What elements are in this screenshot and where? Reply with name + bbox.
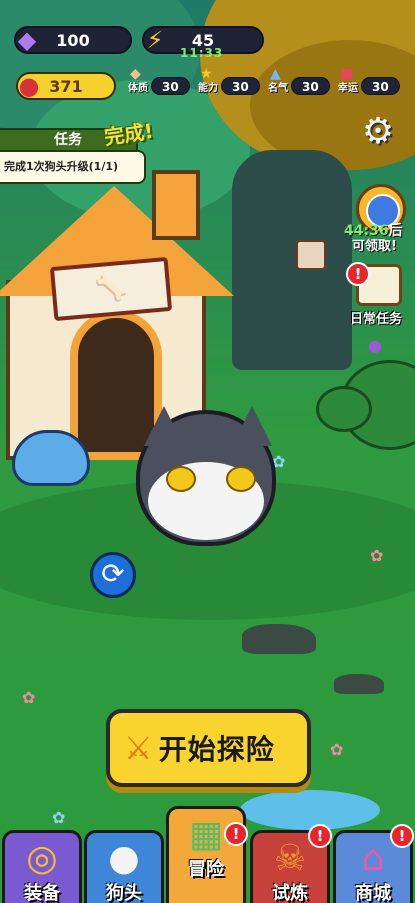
crossed-swords-icon: ⚔ [124,729,153,767]
meat-value: 371 [49,76,83,96]
refresh-icon[interactable]: ⟳ [90,552,136,598]
stat-value: 30 [291,77,330,95]
gem-icon: ◆ [17,26,37,54]
meat-icon: ● [18,72,40,100]
fame-icon: ▲ [270,66,281,82]
stat-value: 30 [361,77,400,95]
stat-fame[interactable]: ▲ 名气 30 [268,66,330,96]
tab-label: 试炼 [272,883,308,903]
bone-sign-icon: 🦴 [49,256,173,322]
bottom-nav: ◎ 装备 ● 狗头 ▦ 冒险 ! ☠ 试炼 ! ⌂ 商城 ! [0,806,415,903]
dog-house-chimney [152,170,200,240]
tree-trunk [232,150,352,370]
collar-icon: ◎ [26,838,58,879]
gems-value: 100 [56,30,90,50]
quest-description: 完成1次狗头升级(1/1) [0,150,146,184]
tab-label: 商城 [355,883,391,903]
husky-dog-character[interactable] [136,406,276,546]
daily-task-alert-icon: ! [346,262,370,286]
dog-ear-left [144,406,184,446]
mushroom-icon: ● [368,336,382,355]
tab-label: 狗头 [106,883,142,903]
stat-constitution[interactable]: ◆ 体质 30 [128,66,190,96]
tab-label: 冒险 [188,859,224,880]
stat-value: 30 [221,77,260,95]
tab-equipment[interactable]: ◎ 装备 [2,830,82,903]
tab-label: 装备 [24,883,60,903]
dice-icon: ■ [340,66,354,82]
stat-luck[interactable]: ■ 幸运 30 [338,66,400,96]
bush-right-small [316,386,372,432]
rock [334,674,384,694]
shop-alert-icon: ! [390,824,414,848]
dog-eye-left [166,466,196,492]
food-bowl-icon[interactable] [12,430,90,486]
muscle-icon: ◆ [130,66,141,82]
start-adventure-label: 开始探险 [158,733,275,766]
map-icon: ▦ [188,814,223,855]
husky-icon: ● [108,838,140,879]
tab-dog-head[interactable]: ● 狗头 [84,830,164,903]
star-icon: ★ [200,66,213,82]
meat-counter[interactable]: ● 371 [16,72,116,100]
lightning-icon: ⚡ [146,26,164,54]
flower-icon: ✿ [370,546,384,565]
stat-ability[interactable]: ★ 能力 30 [198,66,260,96]
dog-eye-right [226,466,256,492]
tab-adventure[interactable]: ▦ 冒险 [166,806,246,903]
energy-timer: 11:33 [180,46,224,60]
gems-counter[interactable]: ◆ 100 [14,26,132,54]
daily-task-label[interactable]: 日常任务 [350,308,402,327]
trial-alert-icon: ! [308,824,332,848]
adventure-alert-icon: ! [224,822,248,846]
start-adventure-button[interactable]: ⚔ 开始探险 [106,709,311,787]
stat-value: 30 [151,77,190,95]
settings-gear-icon[interactable]: ⚙ [358,112,398,152]
flower-icon: ✿ [330,740,344,759]
flower-icon: ✿ [22,688,36,707]
rock [242,624,316,654]
shop-icon: ⌂ [361,838,385,879]
fire-skull-icon: ☠ [273,838,307,879]
target-poster-icon [296,240,326,270]
dog-ear-right [232,406,272,446]
reward-claim-label: 可领取! [352,239,397,254]
